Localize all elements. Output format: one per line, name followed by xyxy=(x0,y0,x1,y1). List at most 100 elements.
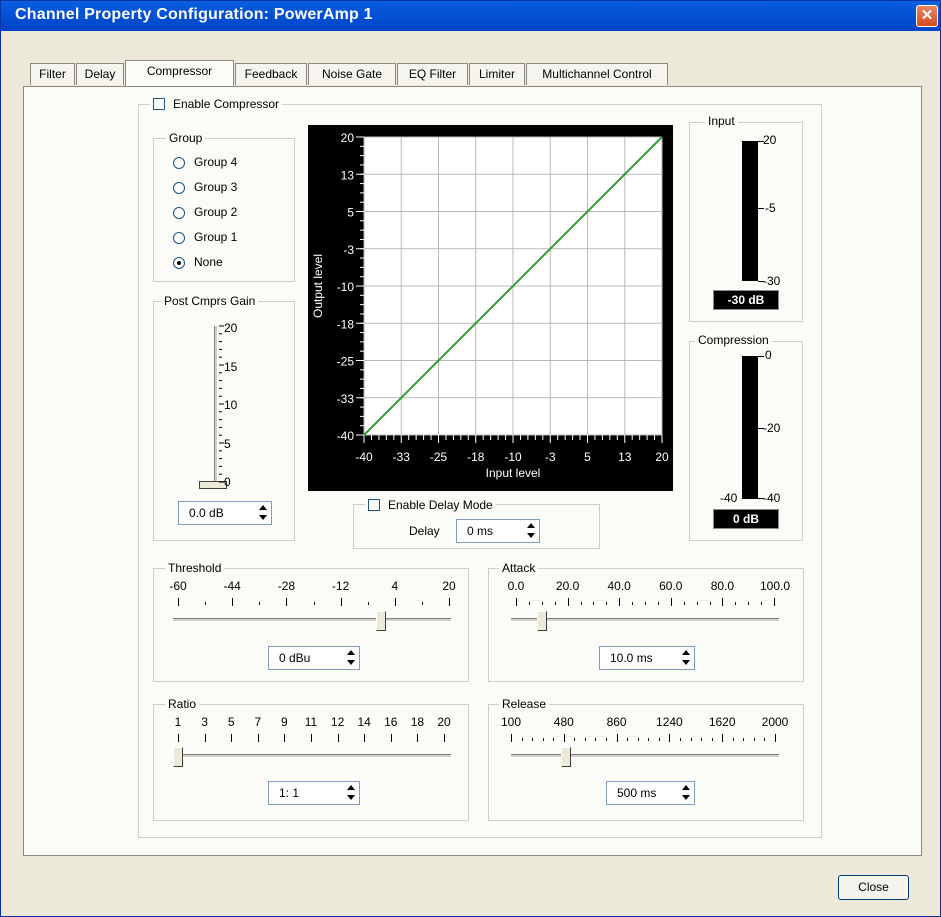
scale-label: 100 xyxy=(500,715,522,729)
radio-none-label: None xyxy=(194,255,223,269)
scale-tick xyxy=(422,602,423,605)
ratio-spinbox[interactable]: 1: 1 xyxy=(268,781,360,805)
compression-tick-top xyxy=(758,356,764,357)
scale-label: 60.0 xyxy=(659,579,683,593)
tab-limiter[interactable]: Limiter xyxy=(469,63,525,85)
release-value: 500 ms xyxy=(617,786,657,800)
graph-x-tick-label: -33 xyxy=(393,450,411,464)
enable-compressor-label: Enable Compressor xyxy=(173,97,280,111)
scale-tick xyxy=(542,602,543,605)
graph-x-tick-label: -18 xyxy=(467,450,485,464)
scale-tick xyxy=(311,734,312,742)
threshold-spinbox[interactable]: 0 dBu xyxy=(268,646,360,670)
graph-x-tick-label: -40 xyxy=(355,450,373,464)
scale-label: 14 xyxy=(357,715,371,729)
attack-value: 10.0 ms xyxy=(610,651,653,665)
scale-tick xyxy=(671,598,672,606)
title-bar[interactable]: Channel Property Configuration: PowerAmp… xyxy=(1,1,940,31)
radio-group-4-label: Group 4 xyxy=(194,155,238,169)
attack-spin-arrows[interactable] xyxy=(679,649,692,667)
radio-group-3[interactable] xyxy=(173,182,185,194)
attack-thumb[interactable] xyxy=(536,611,547,631)
scale-tick xyxy=(574,738,575,741)
release-spinbox[interactable]: 500 ms xyxy=(606,781,695,805)
scale-tick xyxy=(669,734,670,742)
scale-label: 3 xyxy=(201,715,208,729)
graph-y-tick-label: -33 xyxy=(337,392,355,406)
scale-tick xyxy=(697,602,698,605)
radio-group-4[interactable] xyxy=(173,157,185,169)
scale-tick xyxy=(338,734,339,742)
post-gain-scale-15: 15 xyxy=(224,360,238,374)
tab-compressor[interactable]: Compressor xyxy=(125,60,234,86)
scale-label: 40.0 xyxy=(607,579,631,593)
close-button[interactable]: Close xyxy=(838,875,909,900)
scale-tick xyxy=(286,598,287,606)
scale-tick xyxy=(417,734,418,742)
scale-tick xyxy=(532,738,533,741)
radio-group-1[interactable] xyxy=(173,232,185,244)
attack-track xyxy=(511,618,779,622)
enable-compressor-checkbox[interactable] xyxy=(153,98,165,110)
scale-tick xyxy=(391,734,392,742)
scale-label: -28 xyxy=(277,579,296,593)
scale-tick xyxy=(648,738,649,741)
scale-label: 480 xyxy=(553,715,574,729)
scale-tick xyxy=(684,602,685,605)
scale-tick xyxy=(638,738,639,741)
delay-spin-arrows[interactable] xyxy=(524,522,537,540)
scale-tick xyxy=(564,734,565,742)
scale-label: -60 xyxy=(169,579,187,593)
attack-spinbox[interactable]: 10.0 ms xyxy=(599,646,695,670)
tab-eq-filter[interactable]: EQ Filter xyxy=(397,63,468,85)
ratio-spin-arrows[interactable] xyxy=(344,784,357,802)
transfer-curve-svg: 20 13 5 -3 -10 -18 -25 -33 -40-40 -33 -25 -18 -10 -3 5… xyxy=(311,131,669,480)
scale-label: 860 xyxy=(606,715,627,729)
ratio-value: 1: 1 xyxy=(279,786,300,800)
dialog-window: Channel Property Configuration: PowerAmp… xyxy=(0,0,941,917)
group-box-title: Group xyxy=(166,131,206,145)
scale-label: -12 xyxy=(331,579,350,593)
window-title: Channel Property Configuration: PowerAmp… xyxy=(15,6,373,23)
post-gain-spin-arrows[interactable] xyxy=(256,504,269,522)
scale-tick xyxy=(258,734,259,742)
scale-label: 5 xyxy=(227,715,235,729)
enable-delay-mode-label: Enable Delay Mode xyxy=(388,498,493,512)
scale-label: 18 xyxy=(410,715,425,729)
scale-tick xyxy=(775,734,776,742)
delay-value: 0 ms xyxy=(467,524,494,538)
tab-feedback[interactable]: Feedback xyxy=(235,63,307,85)
radio-none[interactable] xyxy=(173,257,185,269)
window-close-button[interactable]: ✕ xyxy=(916,5,938,27)
attack-title: Attack xyxy=(499,561,539,575)
transfer-curve-graph: 20 13 5 -3 -10 -18 -25 -33 -40 -40 -33 -25 -18 -10 -3 5… xyxy=(308,125,673,491)
enable-delay-mode-checkbox[interactable] xyxy=(368,499,380,511)
scale-tick xyxy=(733,738,734,741)
release-spin-arrows[interactable] xyxy=(679,784,692,802)
ratio-title: Ratio xyxy=(165,697,200,711)
post-gain-scale-20: 20 xyxy=(224,321,238,335)
scale-label: 1620 xyxy=(708,715,736,729)
scale-label: 16 xyxy=(384,715,398,729)
scale-tick xyxy=(743,738,744,741)
tab-multichannel-control[interactable]: Multichannel Control xyxy=(526,63,668,85)
ratio-thumb[interactable] xyxy=(173,747,183,767)
tab-delay[interactable]: Delay xyxy=(76,63,124,85)
tab-noise-gate[interactable]: Noise Gate xyxy=(308,63,396,85)
radio-group-2[interactable] xyxy=(173,207,185,219)
compression-meter-bar xyxy=(742,356,758,499)
threshold-thumb[interactable] xyxy=(376,611,387,631)
scale-tick xyxy=(632,602,633,605)
scale-tick xyxy=(259,602,260,605)
delay-spinbox[interactable]: 0 ms xyxy=(456,519,540,543)
release-thumb[interactable] xyxy=(561,747,572,767)
threshold-value: 0 dBu xyxy=(279,651,311,665)
post-gain-spinbox[interactable]: 0.0 dB xyxy=(178,501,272,525)
scale-tick xyxy=(658,602,659,605)
compression-readout: 0 dB xyxy=(713,509,779,529)
threshold-spin-arrows[interactable] xyxy=(344,649,357,667)
scale-label: 9 xyxy=(281,715,288,729)
tab-filter[interactable]: Filter xyxy=(30,63,75,85)
graph-x-axis-label: Input level xyxy=(486,466,541,480)
scale-label: 7 xyxy=(254,715,262,729)
